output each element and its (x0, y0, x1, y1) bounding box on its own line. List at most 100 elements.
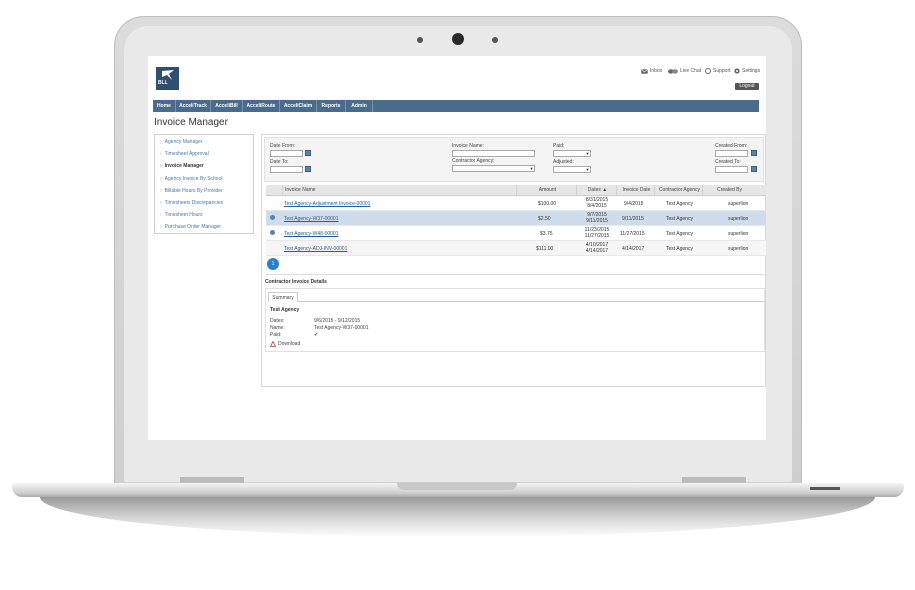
calendar-icon[interactable] (305, 166, 311, 172)
laptop-shadow (40, 497, 875, 537)
nav-accelitrack[interactable]: AcceliTrack (176, 100, 211, 112)
created-by-cell: superlion (728, 216, 749, 222)
chevron-down-icon[interactable]: ▼ (585, 166, 591, 173)
info-icon[interactable] (270, 230, 275, 235)
invoice-name-input[interactable] (452, 150, 535, 157)
laptop-indicator (810, 487, 840, 490)
sidebar-item-billable-hours-by-provider[interactable]: › Billable Hours By Provider (160, 188, 223, 194)
chevron-right-icon: › (160, 212, 162, 218)
page-title: Invoice Manager (154, 117, 228, 128)
amount-cell: $111.00 (536, 246, 554, 252)
details-title: Contractor Invoice Details (265, 279, 327, 285)
inbox-link[interactable]: Inbox (641, 68, 662, 74)
details-dates-value: 9/6/2015 - 9/12/2015 (314, 318, 361, 324)
sidebar-item-agency-manager[interactable]: › Agency Manager (160, 139, 202, 145)
sidebar-item-timesheet-hours[interactable]: › Timesheet Hours (160, 212, 203, 218)
invoice-date-cell: 9/4/2015 (624, 201, 644, 207)
nav-acceliroute[interactable]: AcceliRoute (243, 100, 280, 112)
created-from-label: Created From: (715, 143, 748, 149)
camera-icon (452, 33, 464, 45)
agency-cell: Test Agency (666, 231, 693, 237)
column-created-by[interactable]: Created By (702, 185, 766, 195)
dates-cell: 8/31/2015 8/4/2015 (578, 197, 616, 209)
table-row[interactable]: Test Agency-W48-00001 $3.75 11/23/2015 11… (266, 226, 766, 241)
logo[interactable]: BLL (156, 67, 179, 90)
created-from-input[interactable] (715, 150, 748, 157)
adjusted-select[interactable] (553, 166, 586, 173)
tab-summary[interactable]: Summary (268, 292, 298, 302)
dates-cell: 11/23/2015 11/27/2015 (578, 227, 616, 239)
table-row[interactable]: Test Agency-Adjustment Invoice-00001 $10… (266, 196, 766, 211)
calendar-icon[interactable] (305, 150, 311, 156)
sidebar-item-label: Purchase Order Manager (164, 224, 222, 230)
calendar-icon[interactable] (751, 166, 757, 172)
created-to-label: Created To: (715, 159, 741, 165)
settings-link[interactable]: Settings (734, 68, 760, 74)
dates-end: 9/11/2015 (586, 218, 608, 224)
created-by-cell: superlion (728, 231, 749, 237)
chevron-right-icon: › (160, 188, 162, 194)
dates-cell: 9/7/2015 9/11/2015 (578, 212, 616, 224)
invoice-link[interactable]: Test Agency-ADJ-INV-00001 (284, 246, 347, 252)
support-link[interactable]: Support (705, 68, 731, 74)
sidebar-item-timesheets-discrepancies[interactable]: › Timesheets Discrepancies (160, 200, 223, 206)
invoice-link[interactable]: Test Agency-W37-00001 (284, 216, 338, 222)
table-row-selected[interactable]: Test Agency-W37-00001 $2.50 9/7/2015 9/11… (266, 211, 766, 226)
sidebar-item-label: Invoice Manager (164, 163, 204, 169)
settings-label: Settings (742, 68, 761, 74)
agency-cell: Test Agency (666, 246, 693, 252)
sidebar-item-invoice-manager[interactable]: › Invoice Manager (160, 163, 204, 169)
chevron-right-icon: › (160, 151, 162, 157)
nav-acceliclaim[interactable]: AcceliClaim (280, 100, 317, 112)
sidebar-item-agency-invoice-by-school[interactable]: › Agency Invoice By School (160, 176, 222, 182)
date-to-input[interactable] (270, 166, 303, 173)
nav-admin[interactable]: Admin (346, 100, 373, 112)
paid-select[interactable] (553, 150, 586, 157)
column-invoice-name[interactable]: Invoice Name (282, 185, 516, 195)
contractor-agency-label: Contractor Agency: (452, 158, 495, 164)
logout-button[interactable]: Logout (735, 83, 759, 90)
invoice-link[interactable]: Test Agency-W48-00001 (284, 231, 338, 237)
invoice-link[interactable]: Test Agency-Adjustment Invoice-00001 (284, 201, 370, 207)
chevron-right-icon: › (160, 139, 162, 145)
nav-reports[interactable]: Reports (317, 100, 346, 112)
invoice-grid-header: Invoice Name Amount Dates ▲ Invoice Date… (266, 185, 766, 196)
date-to-label: Date To: (270, 159, 289, 165)
paid-checkbox[interactable]: ✔ (314, 332, 318, 338)
column-dates[interactable]: Dates ▲ (576, 185, 616, 195)
details-name-label: Name: (270, 325, 285, 331)
info-icon[interactable] (270, 215, 275, 220)
table-row[interactable]: Test Agency-ADJ-INV-00001 $111.00 4/10/2… (266, 241, 766, 256)
nav-accelibill[interactable]: AcceliBill (211, 100, 243, 112)
support-label: Support (713, 68, 731, 74)
column-invoice-date[interactable]: Invoice Date (616, 185, 654, 195)
nav-home[interactable]: Home (153, 100, 176, 112)
sensor-dot-left (417, 37, 423, 43)
column-amount[interactable]: Amount (516, 185, 576, 195)
sidebar-item-label: Billable Hours By Provider (164, 188, 223, 194)
download-link[interactable]: Download (270, 341, 300, 347)
contractor-agency-select[interactable] (452, 165, 530, 172)
sidebar-item-purchase-order-manager[interactable]: › Purchase Order Manager (160, 224, 221, 230)
live-chat-link[interactable]: Live Chat (668, 68, 701, 74)
dates-cell: 4/10/2017 4/14/2017 (578, 242, 616, 254)
column-contractor-agency[interactable]: Contractor Agency (654, 185, 702, 195)
gear-icon (734, 68, 740, 74)
chat-icon (668, 68, 678, 74)
sidebar-item-label: Agency Manager (164, 139, 203, 145)
amount-cell: $100.00 (538, 201, 557, 207)
pager-page-1[interactable]: 1 (267, 258, 279, 270)
chevron-right-icon: › (160, 163, 162, 169)
agency-cell: Test Agency (666, 216, 693, 222)
envelope-icon (641, 68, 648, 74)
amount-cell: $3.75 (540, 231, 553, 237)
created-to-input[interactable] (715, 166, 748, 173)
chevron-down-icon[interactable]: ▼ (585, 150, 591, 157)
app-screen: BLL Inbox Live Chat Support Settings Log… (148, 56, 766, 440)
chevron-down-icon[interactable]: ▼ (529, 165, 535, 172)
sidebar: › Agency Manager › Timesheet Approval › Inv… (154, 134, 254, 234)
tab-divider (268, 301, 766, 302)
calendar-icon[interactable] (751, 150, 757, 156)
sidebar-item-timesheet-approval[interactable]: › Timesheet Approval (160, 151, 209, 157)
date-from-input[interactable] (270, 150, 303, 157)
